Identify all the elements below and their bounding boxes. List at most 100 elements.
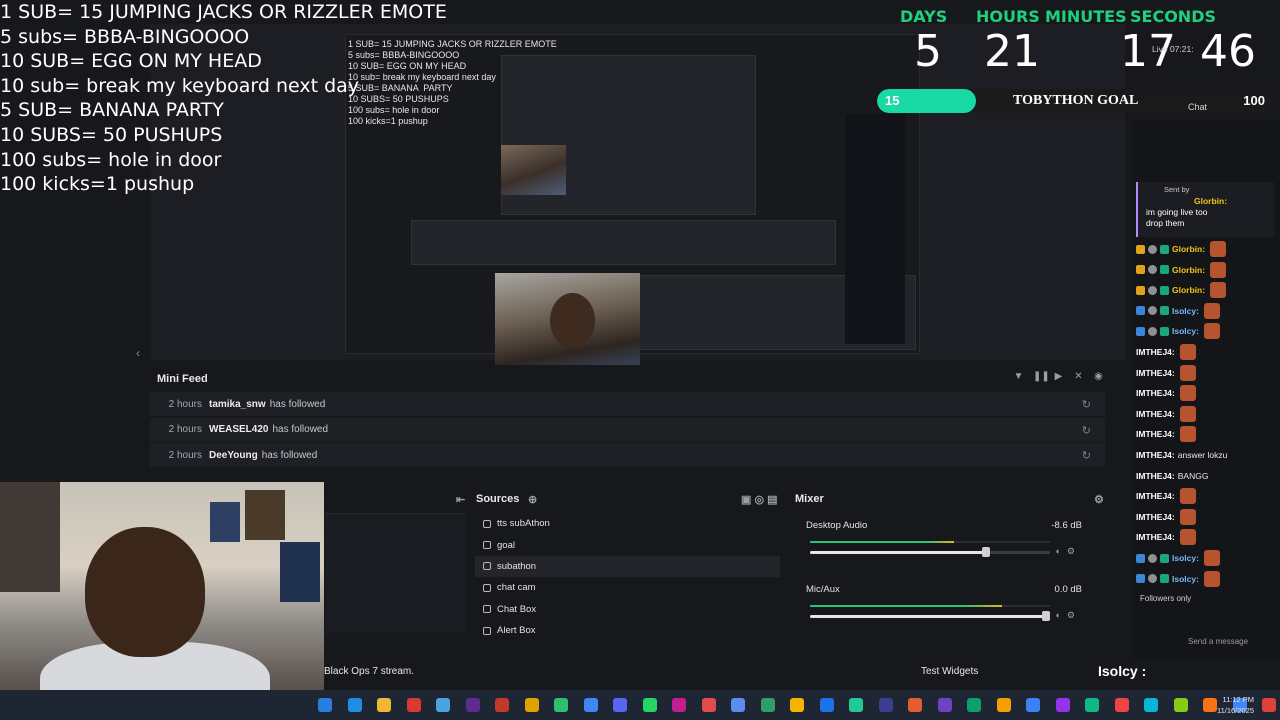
volume-icon[interactable]: ◉ [1093, 371, 1104, 382]
chat-message: Glorbin: [1136, 281, 1227, 299]
emote-icon [1203, 550, 1220, 566]
source-type-icon [483, 519, 491, 528]
taskbar-app-icon[interactable] [1055, 698, 1070, 712]
chat-username: IMTHEJ4: [1136, 491, 1175, 502]
source-tools-icon[interactable]: ▣ ◎ ▤ [741, 493, 778, 506]
mute-icon[interactable]: ◖⚙ [1054, 546, 1082, 557]
taskbar-app-icon[interactable] [524, 698, 539, 712]
taskbar-app-icon[interactable] [760, 698, 775, 712]
countdown-value: 21 [984, 26, 1040, 77]
taskbar-app-icon[interactable] [465, 698, 480, 712]
chat-message: IMTHEJ4: [1136, 405, 1196, 423]
pause-icon[interactable]: ❚❚ [1033, 371, 1050, 382]
source-item[interactable]: goal [475, 534, 780, 555]
chat-username: IMTHEJ4: [1136, 470, 1175, 481]
feed-user: tamika_snw [209, 398, 266, 410]
source-item[interactable]: Chat Box [475, 599, 780, 620]
source-item[interactable]: subathon [475, 555, 780, 578]
replay-icon[interactable]: ↻ [1082, 449, 1091, 462]
taskbar-app-icon[interactable] [1085, 698, 1099, 712]
chat-send-input[interactable]: Send a message [1188, 637, 1248, 646]
taskbar-app-icon[interactable] [642, 698, 657, 712]
taskbar-app-icon[interactable] [908, 698, 922, 712]
source-item[interactable]: chat cam [475, 577, 780, 598]
taskbar-app-icon[interactable] [1203, 698, 1217, 712]
taskbar-app-icon[interactable] [1262, 698, 1276, 712]
nested-chat [845, 114, 905, 344]
feed-row: 2 hours tamika_snw has followed ↻ [150, 392, 1105, 416]
countdown-label: SECONDS [1130, 7, 1216, 26]
source-label: goal [497, 539, 515, 551]
volume-slider[interactable] [810, 547, 1050, 557]
countdown-value: 5 [914, 26, 942, 77]
live-timer: Live 07:21: [1152, 44, 1194, 54]
test-widgets-button[interactable]: Test Widgets [921, 666, 978, 677]
overlay-rule: 10 sub= break my keyboard next day [0, 74, 360, 97]
taskbar-app-icon[interactable] [672, 698, 686, 712]
source-item[interactable]: tts subAthon [475, 513, 780, 534]
taskbar-app-icon[interactable] [554, 698, 568, 712]
feed-user: WEASEL420 [209, 424, 269, 435]
taskbar-app-icon[interactable] [878, 698, 893, 712]
mute-icon[interactable]: ◖⚙ [1054, 610, 1082, 621]
chat-message: IMTHEJ4: [1136, 384, 1196, 402]
replay-icon[interactable]: ↻ [1082, 398, 1091, 411]
badge-icon [1148, 553, 1157, 563]
taskbar-date: 11/16/2025 [1217, 706, 1254, 715]
taskbar-app-icon[interactable] [583, 698, 598, 712]
mixer-settings-icon[interactable]: ⚙ [1094, 493, 1104, 506]
feed-row: 2 hours DeeYoung has followed ↻ [150, 443, 1105, 467]
wall-poster [245, 490, 285, 540]
mixer-title: Mixer [795, 493, 824, 505]
emote-icon [1203, 570, 1220, 587]
taskbar-app-icon[interactable] [347, 698, 362, 712]
sources-collapse-icon[interactable]: ⇤ [456, 493, 465, 506]
taskbar-app-icon[interactable] [849, 698, 863, 712]
chat-message: IMTHEJ4: [1136, 343, 1196, 361]
volume-slider[interactable] [810, 611, 1050, 621]
chevron-left-icon[interactable]: ‹ [136, 346, 140, 360]
add-source-icon[interactable]: ⊕ [528, 493, 537, 506]
taskbar-app-icon[interactable] [1144, 698, 1158, 712]
taskbar-app-icon[interactable] [406, 698, 421, 712]
taskbar-app-icon[interactable] [967, 698, 981, 712]
taskbar-app-icon[interactable] [436, 698, 450, 712]
taskbar-app-icon[interactable] [701, 698, 716, 712]
skip-icon[interactable]: ▶ [1053, 371, 1064, 382]
overlay-rule: 100 subs= hole in door [0, 148, 222, 171]
windows-taskbar: 11:12 PM 11/16/2025 [0, 690, 1280, 720]
wall-poster [210, 502, 240, 542]
taskbar-app-icon[interactable] [495, 698, 509, 712]
taskbar-app-icon[interactable] [819, 698, 834, 712]
feed-action: has followed [272, 424, 329, 435]
feed-time: 2 hours [168, 449, 202, 461]
taskbar-app-icon[interactable] [731, 698, 745, 712]
taskbar-app-icon[interactable] [1173, 698, 1188, 712]
replay-icon[interactable]: ↻ [1082, 424, 1091, 437]
badge-icon [1160, 326, 1169, 336]
stream-title-text: Black Ops 7 stream. [324, 666, 415, 677]
channel-db: -8.6 dB [1051, 520, 1082, 531]
taskbar-app-icon[interactable] [318, 698, 332, 712]
overlay-rule: 10 SUB= EGG ON MY HEAD [0, 50, 262, 73]
taskbar-app-icon[interactable] [377, 698, 391, 712]
filter-icon[interactable]: ▼ [1013, 371, 1024, 382]
taskbar-app-icon[interactable] [937, 698, 952, 712]
emote-icon [1179, 405, 1196, 422]
source-item[interactable]: Alert Box [475, 620, 780, 641]
goal-target: 100 [1243, 93, 1265, 108]
taskbar-app-icon[interactable] [613, 698, 627, 712]
channel-name: Mic/Aux [806, 584, 840, 595]
chat-title: Chat [1188, 102, 1208, 112]
mute-alerts-icon[interactable]: ✕ [1073, 371, 1084, 382]
countdown-value: 46 [1200, 26, 1256, 77]
taskbar-app-icon[interactable] [1026, 698, 1040, 712]
overlay-rule: 1 SUB= 15 JUMPING JACKS OR RIZZLER EMOTE [0, 1, 447, 23]
countdown-label: DAYS [900, 7, 948, 26]
taskbar-app-icon[interactable] [1114, 698, 1129, 712]
chat-username: Isolcy: [1172, 553, 1199, 563]
source-label: subathon [497, 560, 537, 572]
taskbar-app-icon[interactable] [996, 698, 1011, 712]
chat-text: answer lokzu [1177, 450, 1228, 460]
taskbar-app-icon[interactable] [790, 698, 804, 712]
